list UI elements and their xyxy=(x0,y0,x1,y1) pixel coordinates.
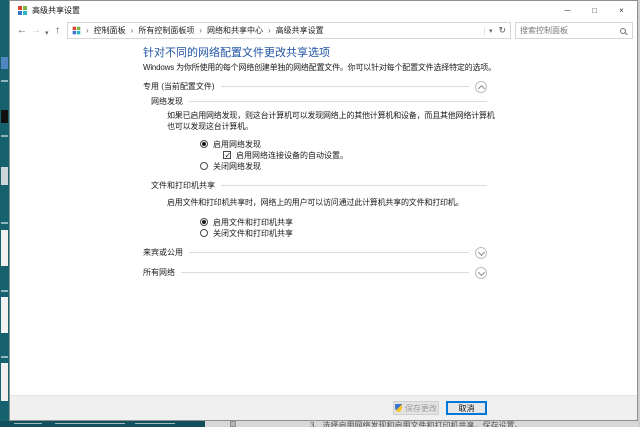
save-changes-label: 保存更改 xyxy=(405,403,437,414)
expand-chevron-down-icon[interactable] xyxy=(475,267,487,279)
intro-text: Windows 为你所使用的每个网络创建单独的网络配置文件。你可以针对每个配置文… xyxy=(143,62,496,73)
divider xyxy=(221,185,487,186)
breadcrumb-separator: › xyxy=(199,26,202,35)
background-text-fragment xyxy=(14,423,42,424)
background-left-strip xyxy=(0,0,9,427)
cancel-button[interactable]: 取消 xyxy=(446,401,487,415)
refresh-icon[interactable]: ↻ xyxy=(496,25,510,36)
radio-checked-icon[interactable] xyxy=(200,218,208,226)
cancel-label: 取消 xyxy=(459,403,475,414)
maximize-button[interactable]: □ xyxy=(581,1,608,20)
divider xyxy=(221,86,469,87)
address-dropdown-icon[interactable]: ▾ xyxy=(484,27,497,35)
background-fragment xyxy=(1,297,8,333)
caption-buttons: ─ □ × xyxy=(554,1,635,20)
background-fragment xyxy=(1,230,8,266)
search-input[interactable] xyxy=(516,26,620,35)
close-button[interactable]: × xyxy=(608,1,635,20)
background-text-fragment xyxy=(135,423,175,424)
section-all-networks-title: 所有网络 xyxy=(143,267,175,278)
address-bar-controls: ▾ ↻ xyxy=(484,25,510,36)
checkbox-checked-icon[interactable] xyxy=(223,151,231,159)
option-auto-setup-devices[interactable]: 启用网络连接设备的自动设置。 xyxy=(223,150,348,160)
window-title: 高级共享设置 xyxy=(32,5,80,16)
footer-button-bar: 保存更改 取消 xyxy=(10,395,637,420)
option-disable-network-discovery[interactable]: 关闭网络发现 xyxy=(200,161,261,171)
section-guest-or-public: 来宾或公用 xyxy=(143,246,487,259)
breadcrumb-separator: › xyxy=(86,26,89,35)
background-fragment xyxy=(1,135,8,137)
section-all-networks: 所有网络 xyxy=(143,266,487,279)
minimize-button[interactable]: ─ xyxy=(554,1,581,20)
address-bar[interactable]: › 控制面板 › 所有控制面板项 › 网络和共享中心 › 高级共享设置 ▾ ↻ xyxy=(67,22,511,39)
address-location-icon xyxy=(73,27,81,35)
divider xyxy=(189,252,469,253)
search-icon[interactable] xyxy=(620,28,626,34)
group-file-printer-sharing-title: 文件和打印机共享 xyxy=(151,180,215,191)
option-label[interactable]: 启用文件和打印机共享 xyxy=(213,217,293,228)
option-enable-network-discovery[interactable]: 启用网络发现 xyxy=(200,139,261,149)
breadcrumb-advanced-sharing[interactable]: 高级共享设置 xyxy=(276,25,324,36)
expand-chevron-down-icon[interactable] xyxy=(475,247,487,259)
breadcrumb-separator: › xyxy=(268,26,271,35)
radio-checked-icon[interactable] xyxy=(200,140,208,148)
background-bottom-teal-band xyxy=(0,421,205,427)
background-text-fragment xyxy=(55,423,125,424)
background-fragment xyxy=(1,356,8,358)
breadcrumb-separator: › xyxy=(131,26,134,35)
group-network-discovery-title: 网络发现 xyxy=(151,96,183,107)
breadcrumb-network-sharing-center[interactable]: 网络和共享中心 xyxy=(207,25,263,36)
save-changes-button[interactable]: 保存更改 xyxy=(393,401,439,415)
collapse-chevron-up-icon[interactable] xyxy=(475,81,487,93)
uac-shield-icon xyxy=(395,404,402,412)
page-title: 针对不同的网络配置文件更改共享选项 xyxy=(143,44,330,60)
advanced-sharing-settings-window: 高级共享设置 ─ □ × ← → ▾ ↑ › 控制面板 › 所有控制面板项 › … xyxy=(9,0,638,421)
app-icon xyxy=(18,6,27,15)
breadcrumb-control-panel[interactable]: 控制面板 xyxy=(94,25,126,36)
option-label[interactable]: 关闭文件和打印机共享 xyxy=(213,228,293,239)
background-fragment xyxy=(1,110,8,123)
navigation-toolbar: ← → ▾ ↑ › 控制面板 › 所有控制面板项 › 网络和共享中心 › 高级共… xyxy=(10,20,637,42)
divider xyxy=(181,272,469,273)
option-label[interactable]: 启用网络发现 xyxy=(213,139,261,150)
up-icon[interactable]: ↑ xyxy=(55,24,60,37)
radio-unchecked-icon[interactable] xyxy=(200,229,208,237)
history-dropdown-icon[interactable]: ▾ xyxy=(45,27,49,40)
titlebar[interactable]: 高级共享设置 ─ □ × xyxy=(10,1,637,20)
option-enable-file-printer-sharing[interactable]: 启用文件和打印机共享 xyxy=(200,217,293,227)
group-file-printer-sharing: 文件和打印机共享 xyxy=(151,180,487,191)
section-guest-title: 来宾或公用 xyxy=(143,247,183,258)
network-discovery-description: 如果已启用网络发现，则这台计算机可以发现网络上的其他计算机和设备，而且其他网络计… xyxy=(167,110,497,132)
section-private-title: 专用 (当前配置文件) xyxy=(143,81,215,92)
section-private: 专用 (当前配置文件) xyxy=(143,80,487,93)
option-label[interactable]: 关闭网络发现 xyxy=(213,161,261,172)
background-fragment xyxy=(1,80,8,82)
background-fragment xyxy=(1,222,8,224)
forward-icon[interactable]: → xyxy=(31,24,41,37)
option-label[interactable]: 启用网络连接设备的自动设置。 xyxy=(236,150,348,161)
radio-unchecked-icon[interactable] xyxy=(200,162,208,170)
background-note-text: 3、选择启用网络发现和启用文件和打印机共享，保存设置。 xyxy=(310,421,522,427)
breadcrumb-all-items[interactable]: 所有控制面板项 xyxy=(138,25,194,36)
background-fragment xyxy=(1,363,8,401)
file-printer-sharing-description: 启用文件和打印机共享时，网络上的用户可以访问通过此计算机共享的文件和打印机。 xyxy=(167,197,497,208)
background-bottom-gray-band: 3、选择启用网络发现和启用文件和打印机共享，保存设置。 xyxy=(205,421,640,427)
screen: 3、选择启用网络发现和启用文件和打印机共享，保存设置。 高级共享设置 ─ □ ×… xyxy=(0,0,640,427)
option-disable-file-printer-sharing[interactable]: 关闭文件和打印机共享 xyxy=(200,228,293,238)
divider xyxy=(189,101,487,102)
background-fragment xyxy=(1,167,8,185)
background-fragment xyxy=(1,57,8,69)
group-network-discovery: 网络发现 xyxy=(151,96,487,107)
background-doc-icon xyxy=(230,421,236,427)
settings-content: 针对不同的网络配置文件更改共享选项 Windows 为你所使用的每个网络创建单独… xyxy=(10,42,637,397)
background-fragment xyxy=(1,290,8,292)
back-icon[interactable]: ← xyxy=(17,24,27,37)
search-box xyxy=(515,22,633,39)
